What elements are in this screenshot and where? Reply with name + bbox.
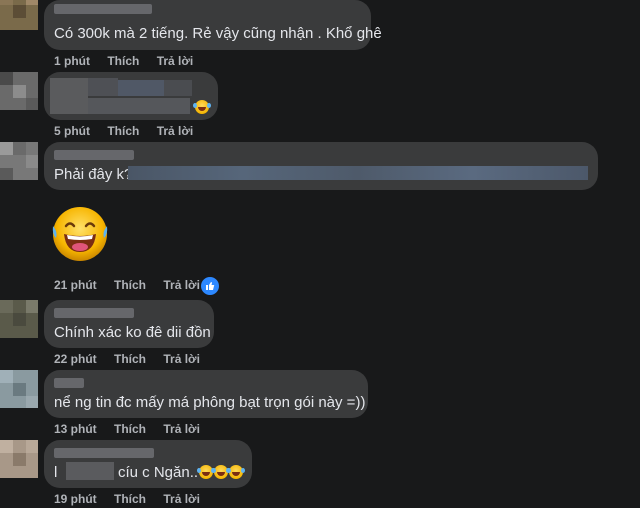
- like-link[interactable]: Thích: [107, 54, 139, 68]
- reply-link[interactable]: Trả lời: [163, 352, 200, 366]
- like-link[interactable]: Thích: [114, 352, 146, 366]
- reply-link[interactable]: Trả lời: [163, 422, 200, 436]
- comment-text: Chính xác ko đê dii đồn: [54, 324, 211, 341]
- commenter-name[interactable]: [54, 378, 84, 388]
- comment-time[interactable]: 1 phút: [54, 54, 90, 68]
- like-link[interactable]: Thích: [107, 124, 139, 138]
- commenter-name[interactable]: [54, 448, 154, 458]
- comment-bubble: nể ng tin đc mấy má phông bạt trọn gói n…: [44, 370, 368, 418]
- comment-bubble: Chính xác ko đê dii đồn: [44, 300, 214, 348]
- reply-link[interactable]: Trả lời: [163, 492, 200, 506]
- commenter-name[interactable]: [54, 308, 134, 318]
- comment-bubble: Có 300k mà 2 tiếng. Rẻ vậy cũng nhận . K…: [44, 0, 382, 50]
- reply-link[interactable]: Trả lời: [157, 124, 194, 138]
- comment-actions: 5 phút Thích Trả lời: [54, 124, 207, 138]
- comment-actions: 21 phút Thích Trả lời: [54, 278, 214, 292]
- like-reaction-icon[interactable]: [200, 276, 220, 296]
- blurred-content: [88, 98, 190, 114]
- avatar[interactable]: [0, 0, 38, 30]
- blurred-content: [164, 80, 192, 96]
- comment-bubble: Phải đây k?: [44, 142, 598, 190]
- avatar[interactable]: [0, 370, 38, 408]
- avatar[interactable]: [0, 142, 38, 180]
- blurred-content: [50, 78, 88, 114]
- blurred-content: [118, 80, 164, 96]
- comment-text-body: cíu c Ngăn..: [118, 464, 199, 481]
- commenter-name[interactable]: [54, 150, 134, 160]
- comment-bubble: [44, 72, 218, 120]
- comment-actions: 1 phút Thích Trả lời: [54, 54, 207, 68]
- blurred-link: [128, 166, 588, 180]
- comment-text: cíu c Ngăn..: [118, 464, 244, 481]
- avatar[interactable]: [0, 440, 38, 478]
- blurred-mention: [66, 462, 114, 480]
- commenter-name[interactable]: [54, 4, 152, 14]
- comment-actions: 13 phút Thích Trả lời: [54, 422, 214, 436]
- comment-actions: 22 phút Thích Trả lời: [54, 352, 214, 366]
- laughing-tears-emoji-icon: [212, 465, 229, 479]
- laughing-tears-emoji-icon: [50, 204, 110, 264]
- comment-text: Có 300k mà 2 tiếng. Rẻ vậy cũng nhận . K…: [54, 25, 382, 42]
- laughing-tears-emoji-icon: [227, 465, 244, 479]
- like-link[interactable]: Thích: [114, 422, 146, 436]
- reply-link[interactable]: Trả lời: [163, 278, 200, 292]
- comment-text: nể ng tin đc mấy má phông bạt trọn gói n…: [54, 394, 366, 411]
- comment-time[interactable]: 22 phút: [54, 352, 97, 366]
- laughing-tears-emoji-icon: [193, 100, 209, 114]
- blurred-content: [88, 78, 118, 96]
- comment-time[interactable]: 5 phút: [54, 124, 90, 138]
- like-link[interactable]: Thích: [114, 278, 146, 292]
- avatar[interactable]: [0, 300, 38, 338]
- comment-bubble: l cíu c Ngăn..: [44, 440, 252, 488]
- avatar[interactable]: [0, 72, 38, 110]
- reply-link[interactable]: Trả lời: [157, 54, 194, 68]
- comment-time[interactable]: 21 phút: [54, 278, 97, 292]
- comment-time[interactable]: 13 phút: [54, 422, 97, 436]
- comment-time[interactable]: 19 phút: [54, 492, 97, 506]
- laughing-tears-emoji-icon: [197, 465, 214, 479]
- comment-text: Phải đây k?: [54, 166, 133, 183]
- like-link[interactable]: Thích: [114, 492, 146, 506]
- comment-text-prefix: l: [54, 464, 58, 481]
- comment-actions: 19 phút Thích Trả lời: [54, 492, 214, 506]
